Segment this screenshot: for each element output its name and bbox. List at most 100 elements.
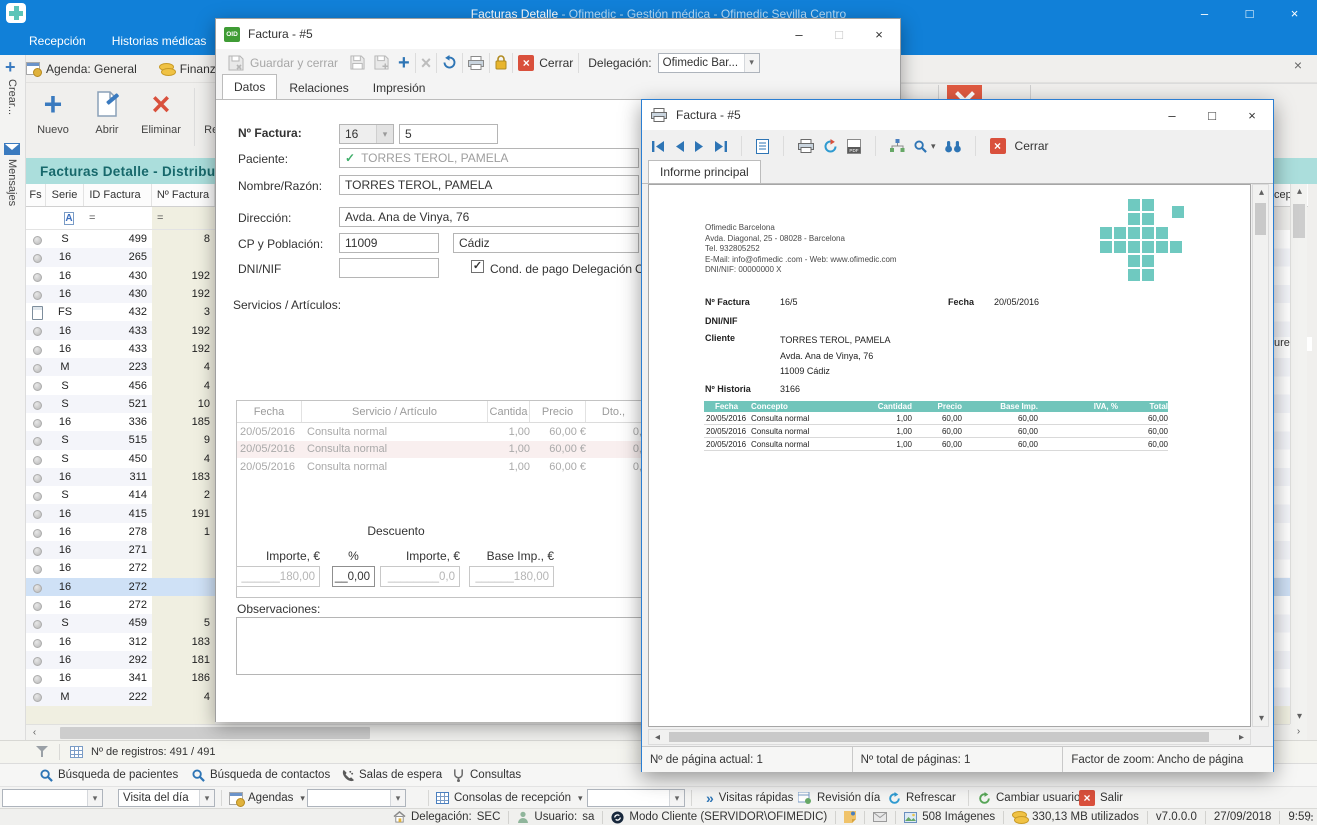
next-page-icon[interactable]	[694, 140, 705, 153]
chevron-down-icon[interactable]: ▾	[669, 790, 684, 806]
table-row[interactable]: S 450 4	[26, 450, 215, 468]
prev-page-icon[interactable]	[674, 140, 685, 153]
table-row[interactable]: 16 433 192	[26, 340, 215, 358]
cerrar-button[interactable]: Cerrar	[1015, 139, 1049, 153]
nombre-input[interactable]: TORRES TEROL, PAMELA	[339, 175, 639, 195]
save-new-icon[interactable]	[374, 55, 389, 70]
col-id-factura[interactable]: ID Factura	[84, 184, 152, 206]
resize-grip[interactable]	[1306, 814, 1314, 822]
close-button[interactable]: ×	[1272, 0, 1317, 27]
chevron-down-icon[interactable]: ▾	[87, 790, 102, 806]
lock-icon[interactable]	[495, 55, 507, 70]
mensajes-envelope-icon[interactable]	[4, 143, 20, 155]
revision-dia-button[interactable]: Revisión día	[798, 787, 880, 809]
last-page-icon[interactable]	[714, 140, 727, 153]
scroll-right-icon[interactable]: ›	[1290, 724, 1307, 740]
cambiar-usuario-button[interactable]: Cambiar usuario	[978, 787, 1080, 809]
sidebar-mensajes[interactable]: Mensajes	[6, 159, 18, 206]
scroll-left-icon[interactable]: ◂	[649, 730, 666, 745]
busqueda-pacientes-button[interactable]: Búsqueda de pacientes	[40, 764, 178, 786]
table-row[interactable]: 16 278 1	[26, 523, 215, 541]
salir-button[interactable]: × Salir	[1079, 787, 1123, 809]
table-row[interactable]: 16 272	[26, 578, 215, 596]
tab-informe-principal[interactable]: Informe principal	[648, 160, 761, 183]
table-row[interactable]: 16 271	[26, 541, 215, 559]
base-imponible[interactable]: ______180,00	[469, 566, 554, 587]
minimize-button[interactable]: –	[779, 20, 819, 48]
descuento-importe-2[interactable]: ________0,0	[380, 566, 460, 587]
table-row[interactable]: 16 341 186	[26, 669, 215, 687]
print-icon[interactable]	[798, 139, 814, 153]
page-setup-icon[interactable]	[756, 139, 769, 154]
print-icon[interactable]	[468, 56, 484, 70]
maximize-button[interactable]: □	[819, 20, 859, 48]
dni-input[interactable]	[339, 258, 439, 278]
table-row[interactable]: S 414 2	[26, 486, 215, 504]
descuento-importe-1[interactable]: ______180,00	[236, 566, 320, 587]
table-row[interactable]: 16 312 183	[26, 633, 215, 651]
grid-vertical-scrollbar[interactable]: ▴ ▾	[1290, 184, 1307, 724]
table-row[interactable]: 16 336 185	[26, 413, 215, 431]
tab-relaciones[interactable]: Relaciones	[277, 76, 360, 99]
chevron-down-icon[interactable]: ▾	[199, 790, 214, 806]
minimize-button[interactable]: –	[1152, 101, 1192, 129]
sidebar-crear[interactable]: Crear...	[6, 79, 18, 115]
scrollbar-thumb[interactable]	[1255, 203, 1266, 235]
table-row[interactable]: 16 415 191	[26, 504, 215, 522]
preview-horizontal-scrollbar[interactable]: ◂ ▸	[648, 729, 1251, 745]
descuento-pct[interactable]: __0,00	[332, 566, 375, 587]
col-dto[interactable]: Dto.,	[586, 401, 642, 422]
scroll-down-icon[interactable]: ▾	[1253, 711, 1270, 726]
table-row[interactable]: 16 272	[26, 596, 215, 614]
chevron-down-icon[interactable]: ▾	[390, 790, 405, 806]
filter-id[interactable]: =	[84, 212, 152, 224]
agenda-general-button[interactable]: Agenda: General	[26, 62, 137, 76]
nuevo-button[interactable]: + Nuevo	[26, 84, 80, 150]
filter-num[interactable]: =	[152, 207, 215, 229]
table-row[interactable]: S 456 4	[26, 376, 215, 394]
close-button[interactable]: ×	[859, 20, 899, 48]
panel-close-icon[interactable]: ×	[1290, 58, 1306, 74]
chevron-down-icon[interactable]: ▾	[744, 54, 759, 72]
crear-plus-icon[interactable]: +	[5, 57, 16, 78]
document-map-icon[interactable]	[890, 139, 905, 153]
cerrar-panel-button[interactable]	[947, 85, 982, 99]
scroll-left-icon[interactable]: ‹	[26, 725, 43, 740]
add-icon[interactable]: +	[398, 56, 410, 70]
visitas-rapidas-button[interactable]: » Visitas rápidas	[706, 787, 793, 809]
table-row[interactable]: M 222 4	[26, 687, 215, 705]
scroll-right-icon[interactable]: ▸	[1233, 730, 1250, 745]
preview-vertical-scrollbar[interactable]: ▴ ▾	[1252, 184, 1269, 727]
table-row[interactable]: 16 292 181	[26, 651, 215, 669]
search-binoculars-icon[interactable]	[945, 140, 961, 153]
quick-combo-2[interactable]: ▾	[307, 789, 406, 807]
consolas-recepcion-button[interactable]: Consolas de recepción ▾	[436, 787, 583, 809]
save-icon[interactable]	[350, 55, 365, 70]
tab-impresion[interactable]: Impresión	[361, 76, 438, 99]
refrescar-bottom-button[interactable]: Refrescar	[888, 787, 956, 809]
agendas-button[interactable]: Agendas ▾	[229, 787, 305, 809]
chevron-down-icon[interactable]: ▾	[376, 125, 393, 143]
scrollbar-thumb[interactable]	[60, 727, 370, 739]
col-cantidad[interactable]: Cantida	[488, 401, 530, 422]
guardar-cerrar-button[interactable]: Guardar y cerrar	[250, 56, 338, 70]
cp-input[interactable]: 11009	[339, 233, 439, 253]
direccion-input[interactable]: Avda. Ana de Vinya, 76	[339, 207, 639, 227]
maximize-button[interactable]: □	[1227, 0, 1272, 27]
maximize-button[interactable]: □	[1192, 101, 1232, 129]
consultas-button[interactable]: Consultas	[452, 764, 521, 786]
envelope-icon[interactable]	[873, 812, 887, 822]
table-row[interactable]: 16 272	[26, 559, 215, 577]
delegacion-combo[interactable]: Ofimedic Bar... ▾	[658, 53, 760, 73]
col-fecha[interactable]: Fecha	[237, 401, 302, 422]
table-row[interactable]: S 499 8	[26, 230, 215, 248]
table-row[interactable]: M 223 4	[26, 358, 215, 376]
visita-del-dia-combo[interactable]: Visita del día▾	[118, 789, 215, 807]
filter-serie[interactable]: A	[46, 212, 84, 225]
table-row[interactable]: FS 432 3	[26, 303, 215, 321]
undo-icon[interactable]	[442, 55, 457, 70]
table-row[interactable]: S 515 9	[26, 431, 215, 449]
numero-input[interactable]: 5	[399, 124, 498, 144]
paciente-field[interactable]: ✓ TORRES TEROL, PAMELA	[339, 148, 639, 168]
quick-combo-1[interactable]: ▾	[2, 789, 103, 807]
